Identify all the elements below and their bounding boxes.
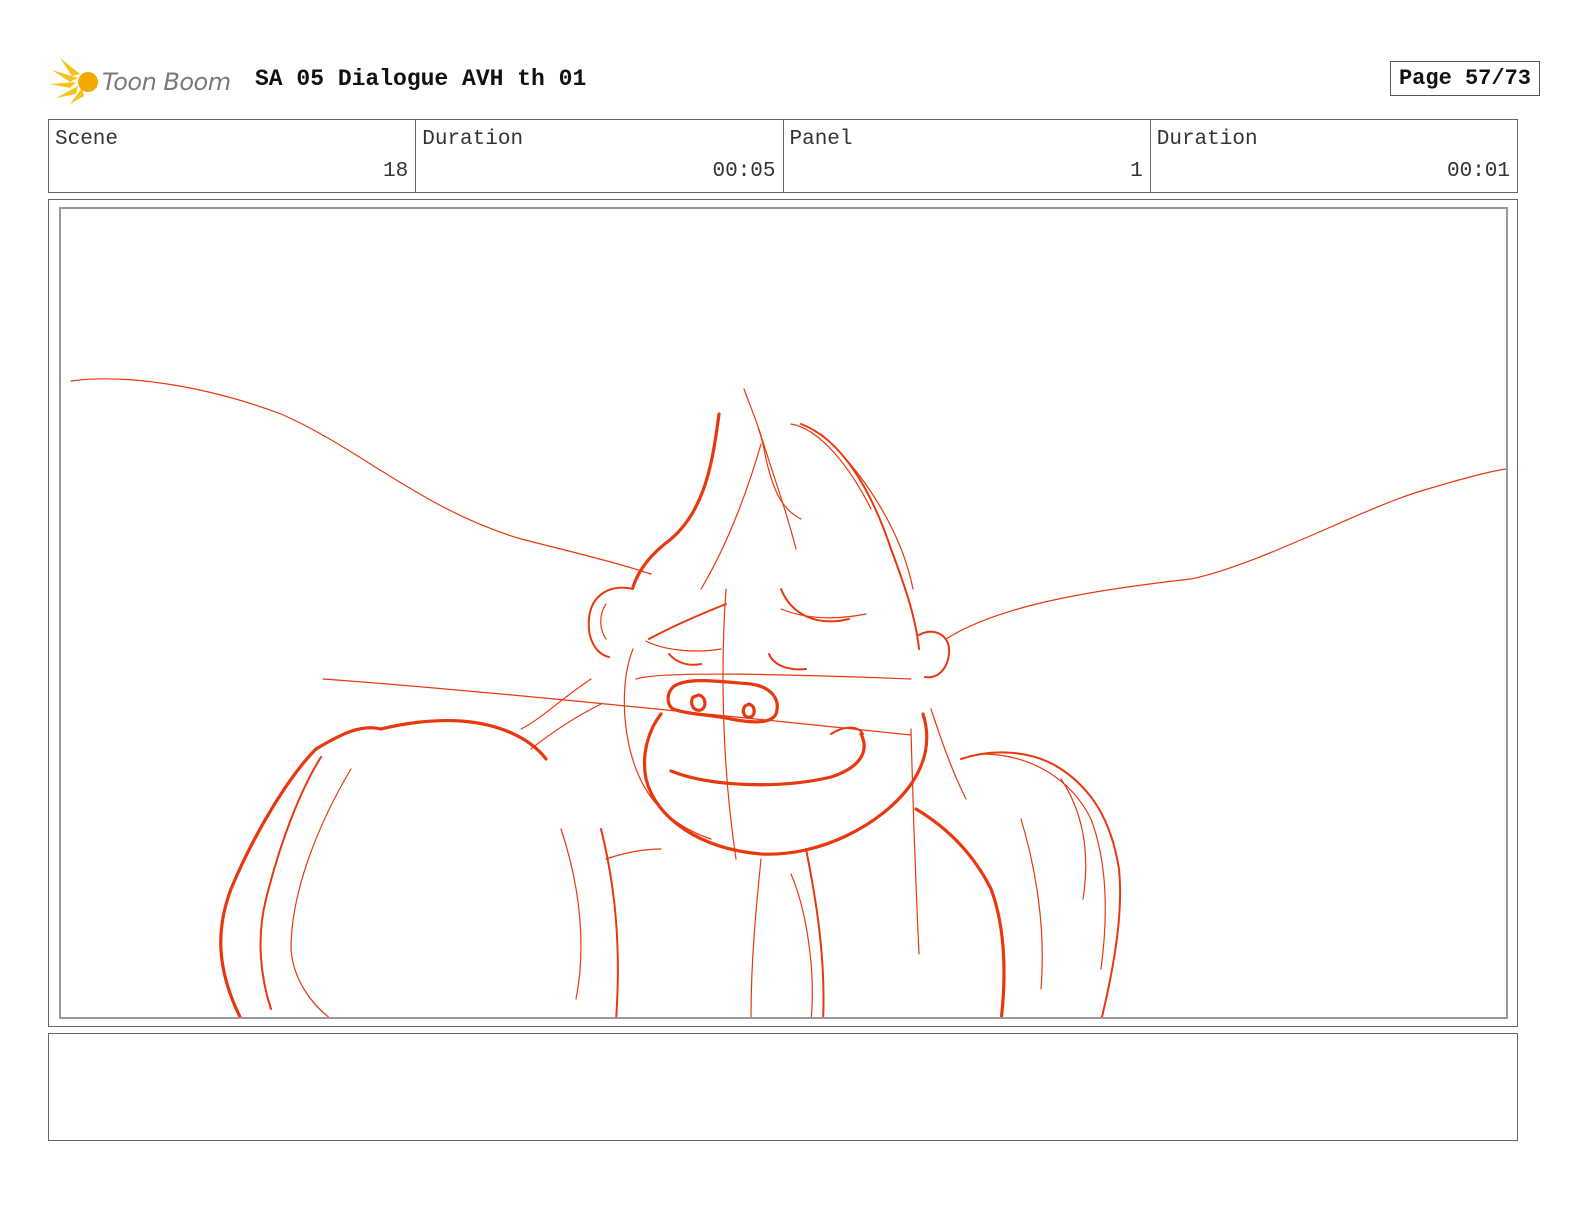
panel-label: Panel [789, 128, 853, 151]
panel-frame [59, 207, 1508, 1019]
scene-info-table: Scene 18 Duration 00:05 Panel 1 Duration… [48, 119, 1518, 193]
scene-duration-label: Duration [422, 128, 524, 151]
scene-duration-cell: Duration 00:05 [416, 120, 784, 192]
scene-cell: Scene 18 [49, 120, 417, 192]
storyboard-panel [48, 199, 1518, 1027]
panel-notes [48, 1033, 1518, 1141]
gorilla-sketch [70, 378, 1506, 1017]
panel-duration-cell: Duration 00:01 [1151, 120, 1517, 192]
panel-duration-value: 00:01 [1446, 160, 1510, 183]
panel-value: 1 [1130, 160, 1143, 183]
scene-value: 18 [383, 160, 409, 183]
page-header: Toon Boom SA 05 Dialogue AVH th 01 Page … [50, 50, 1540, 106]
page-indicator: Page 57/73 [1389, 61, 1540, 96]
toon-boom-logo-icon [50, 58, 98, 104]
scene-label: Scene [55, 128, 119, 151]
panel-cell: Panel 1 [784, 120, 1151, 192]
storyboard-title: SA 05 Dialogue AVH th 01 [255, 66, 587, 92]
scene-duration-value: 00:05 [712, 160, 776, 183]
panel-duration-label: Duration [1156, 128, 1258, 151]
brand-name: Toon Boom [102, 68, 231, 96]
toon-boom-logo: Toon Boom [50, 54, 240, 104]
